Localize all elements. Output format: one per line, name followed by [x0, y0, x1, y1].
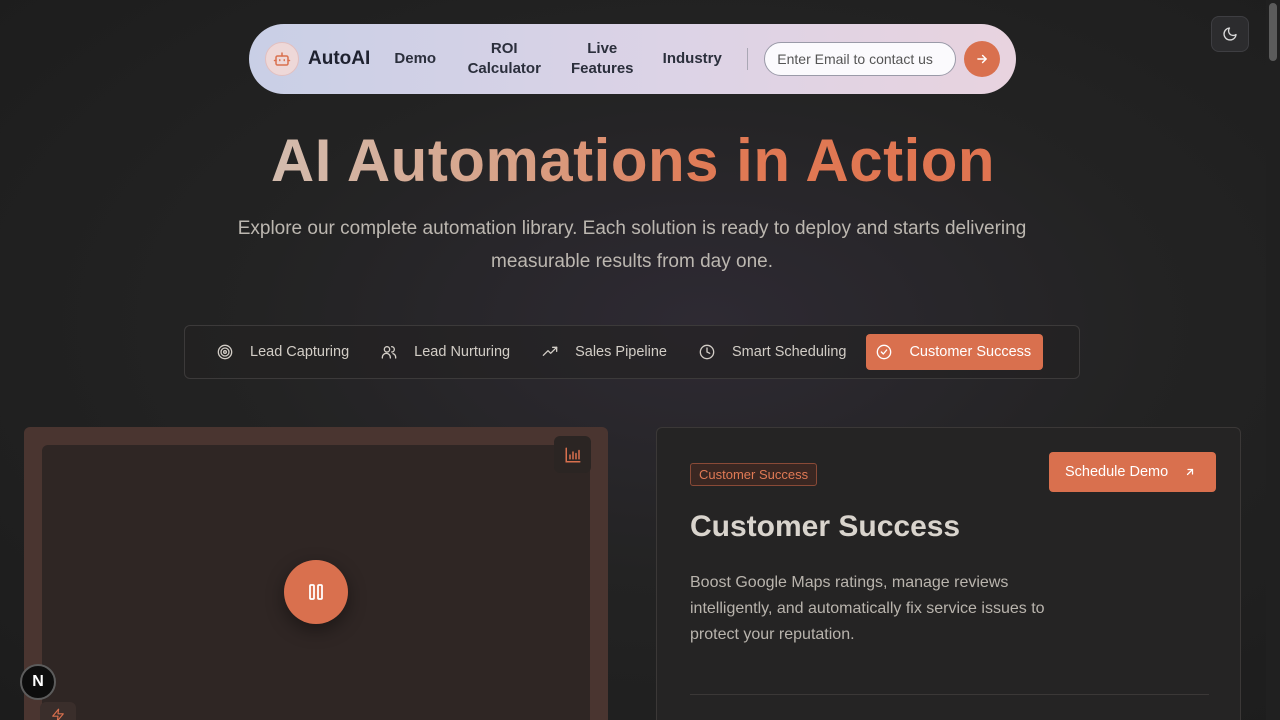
brand-name[interactable]: AutoAI: [308, 48, 370, 70]
users-icon: [381, 344, 397, 360]
tab-customer-success[interactable]: Customer Success: [866, 334, 1044, 370]
tab-label: Lead Nurturing: [414, 344, 511, 360]
nav-link-live-features[interactable]: Live Features: [566, 39, 638, 79]
clock-icon: [699, 344, 715, 360]
tab-label: Customer Success: [909, 344, 1032, 360]
pause-icon: [309, 584, 323, 600]
theme-toggle-button[interactable]: [1211, 16, 1249, 52]
robot-logo-icon[interactable]: [265, 42, 299, 76]
nav-link-industry[interactable]: Industry: [657, 49, 727, 69]
arrow-right-icon: [975, 52, 989, 66]
moon-icon: [1222, 26, 1238, 42]
top-navbar: AutoAI Demo ROI Calculator Live Features…: [249, 24, 1016, 94]
schedule-demo-button[interactable]: Schedule Demo: [1049, 452, 1216, 492]
nav-link-demo[interactable]: Demo: [390, 49, 440, 69]
tab-sales-pipeline[interactable]: Sales Pipeline: [532, 334, 679, 370]
tab-lead-nurturing[interactable]: Lead Nurturing: [371, 334, 522, 370]
nav-divider: [747, 48, 749, 70]
scrollbar-thumb[interactable]: [1269, 3, 1277, 61]
submit-email-button[interactable]: [964, 41, 1001, 77]
automation-description: Boost Google Maps ratings, manage review…: [690, 574, 1045, 643]
nav-link-roi-calculator[interactable]: ROI Calculator: [456, 39, 552, 79]
bar-chart-icon: [564, 446, 582, 464]
analytics-button[interactable]: [554, 436, 591, 473]
check-circle-icon: [876, 344, 892, 360]
schedule-demo-label: Schedule Demo: [1065, 464, 1169, 480]
tab-label: Smart Scheduling: [732, 344, 847, 360]
email-input[interactable]: [764, 42, 957, 76]
page-scrollbar[interactable]: [1266, 0, 1280, 720]
trending-up-icon: [542, 344, 558, 360]
hero-subtitle: Explore our complete automation library.…: [237, 218, 1027, 272]
automation-title: Customer Success: [690, 510, 961, 543]
divider: [690, 694, 1209, 695]
category-tabs: Lead Capturing Lead Nurturing Sales Pipe…: [184, 325, 1080, 379]
automation-info-card: Customer Success Schedule Demo Customer …: [656, 427, 1241, 720]
tab-label: Sales Pipeline: [575, 344, 667, 360]
tab-label: Lead Capturing: [250, 344, 350, 360]
tab-lead-capturing[interactable]: Lead Capturing: [207, 334, 361, 370]
next-dev-badge[interactable]: N: [20, 664, 56, 700]
target-icon: [217, 344, 233, 360]
category-tag: Customer Success: [690, 463, 818, 486]
tab-smart-scheduling[interactable]: Smart Scheduling: [689, 334, 858, 370]
pause-button[interactable]: [284, 560, 348, 624]
hero-title: AI Automations in Action: [270, 127, 996, 194]
bolt-icon[interactable]: [40, 702, 76, 720]
arrow-up-right-icon: [1184, 466, 1196, 478]
